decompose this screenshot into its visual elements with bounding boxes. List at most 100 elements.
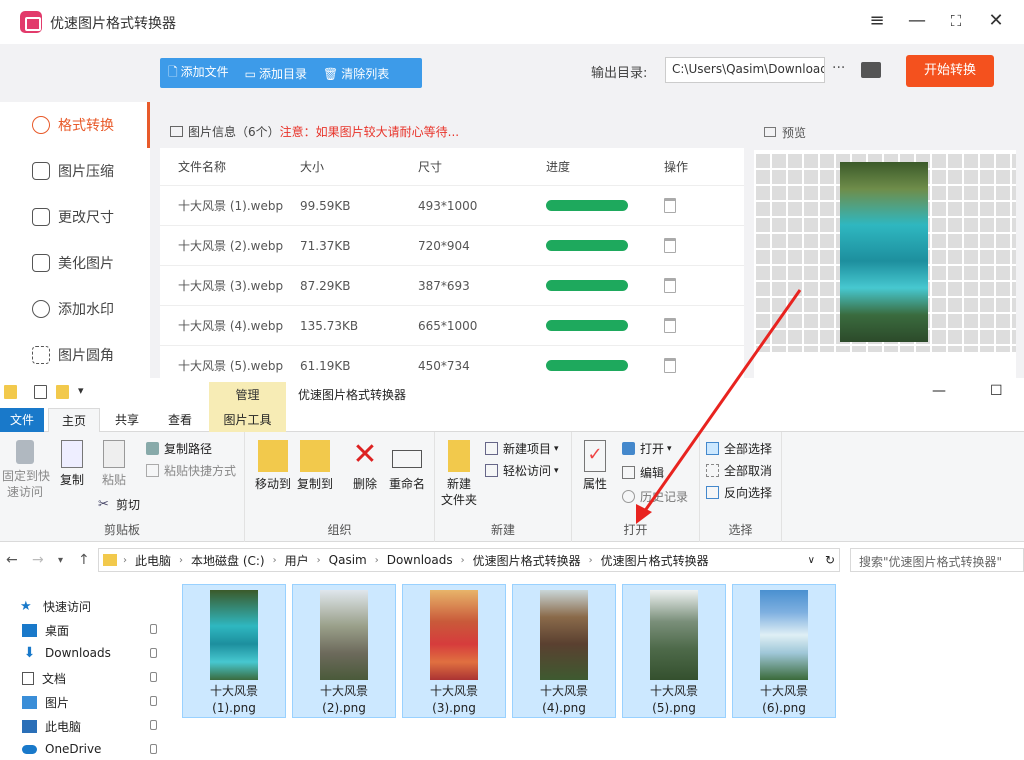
open-folder-icon[interactable] [861, 62, 881, 78]
invert-selection-button[interactable]: 反向选择 [706, 484, 772, 501]
tab-file[interactable]: 文件 [0, 408, 44, 432]
col-size: 大小 [300, 160, 325, 174]
pin-quick-access-button[interactable]: 固定到快 速访问 [2, 440, 50, 500]
up-arrow-icon[interactable]: ↑ [78, 552, 90, 568]
history-icon [622, 490, 635, 503]
sidebar-item-format-convert[interactable]: 格式转换 [0, 102, 150, 148]
clear-list-button[interactable]: 🗑 清除列表 [315, 65, 397, 82]
copy-path-button[interactable]: 复制路径 [146, 440, 212, 457]
watermark-icon [32, 300, 50, 318]
dropdown-icon[interactable]: ▾ [78, 384, 84, 397]
nav-onedrive[interactable]: OneDrive [22, 742, 101, 756]
sidebar-item-resize[interactable]: 更改尺寸 [0, 194, 150, 240]
maximize-icon[interactable]: ☐ [990, 383, 1003, 399]
minimize-icon[interactable]: — [905, 10, 929, 34]
delete-icon[interactable] [664, 278, 676, 293]
breadcrumb[interactable]: 此电脑 [135, 552, 171, 569]
new-item-button[interactable]: 新建项目 ▾ [485, 440, 559, 457]
paste-shortcut-button[interactable]: 粘贴快捷方式 [146, 462, 236, 479]
move-to-button[interactable]: 移动到 [253, 440, 293, 492]
cut-label: 剪切 [116, 498, 141, 512]
delete-button[interactable]: ✕ 删除 [347, 440, 383, 492]
select-none-button[interactable]: 全部取消 [706, 462, 772, 479]
open-button[interactable]: 打开 ▾ [622, 440, 672, 457]
minimize-icon[interactable]: — [932, 383, 946, 399]
move-to-label: 移动到 [254, 477, 291, 491]
folder-icon [103, 554, 117, 566]
breadcrumb[interactable]: 用户 [285, 552, 309, 569]
address-box[interactable]: › 此电脑 › 本地磁盘 (C:) › 用户 › Qasim › Downloads › 优… [98, 548, 840, 572]
file-tile[interactable]: 十大风景 (5).png [622, 584, 726, 718]
table-row[interactable]: 十大风景 (4).webp 135.73KB 665*1000 [160, 306, 744, 346]
properties-button[interactable]: ✓ 属性 [578, 440, 612, 492]
file-tile[interactable]: 十大风景 (1).png [182, 584, 286, 718]
select-none-icon [706, 464, 719, 477]
file-tile[interactable]: 十大风景 (4).png [512, 584, 616, 718]
rename-button[interactable]: 重命名 [387, 440, 427, 492]
breadcrumb[interactable]: Qasim [329, 553, 367, 567]
file-thumbnail [760, 590, 808, 680]
tab-share[interactable]: 共享 [106, 408, 148, 432]
rename-label: 重命名 [388, 477, 425, 491]
delete-icon[interactable] [664, 318, 676, 333]
sidebar-item-watermark[interactable]: 添加水印 [0, 286, 150, 332]
breadcrumb[interactable]: Downloads [387, 553, 453, 567]
delete-icon[interactable] [664, 358, 676, 373]
sidebar-item-round-corner[interactable]: 图片圆角 [0, 332, 150, 378]
nav-pictures[interactable]: 图片 [22, 694, 69, 711]
maximize-icon[interactable]: ⛶ [944, 10, 968, 34]
delete-icon[interactable] [664, 198, 676, 213]
new-folder-icon[interactable] [56, 385, 69, 399]
refresh-icon[interactable]: ↻ [825, 553, 835, 567]
table-row[interactable]: 十大风景 (2).webp 71.37KB 720*904 [160, 226, 744, 266]
new-folder-button[interactable]: 新建 文件夹 [439, 440, 479, 508]
edit-button[interactable]: 编辑 [622, 464, 664, 481]
nav-documents[interactable]: 文档 [22, 670, 66, 687]
start-convert-button[interactable]: 开始转换 [906, 55, 994, 87]
file-tile[interactable]: 十大风景 (2).png [292, 584, 396, 718]
file-tile[interactable]: 十大风景 (6).png [732, 584, 836, 718]
tab-home[interactable]: 主页 [48, 408, 100, 432]
nav-this-pc[interactable]: 此电脑 [22, 718, 81, 735]
file-tile[interactable]: 十大风景 (3).png [402, 584, 506, 718]
address-dropdown-icon[interactable]: ∨ [808, 555, 815, 566]
copy-button[interactable]: 复制 [56, 440, 88, 488]
sidebar-item-compress[interactable]: 图片压缩 [0, 148, 150, 194]
recent-dropdown-icon[interactable]: ▾ [58, 555, 63, 566]
select-all-button[interactable]: 全部选择 [706, 440, 772, 457]
menu-icon[interactable]: ≡ [865, 10, 889, 34]
ribbon: 固定到快 速访问 复制 粘贴 复制路径 粘贴快捷方式 ✂ 剪切 剪贴板 移动到 复… [0, 432, 1024, 542]
easy-access-button[interactable]: 轻松访问 ▾ [485, 462, 559, 479]
nav-desktop[interactable]: 桌面 [22, 622, 69, 639]
file-size: 99.59KB [300, 198, 351, 213]
search-input[interactable]: 搜索"优速图片格式转换器" [850, 548, 1024, 572]
tab-picture-tools[interactable]: 图片工具 [209, 408, 286, 432]
delete-icon[interactable] [664, 238, 676, 253]
forward-arrow-icon[interactable]: → [32, 552, 44, 568]
output-dir-field[interactable]: C:\Users\Qasim\Downloads [665, 57, 825, 83]
nav-downloads[interactable]: ⬇ Downloads [22, 646, 111, 661]
progress-bar [546, 280, 628, 291]
properties-icon[interactable] [34, 385, 47, 399]
breadcrumb[interactable]: 优速图片格式转换器 [601, 552, 709, 569]
manage-context-tab[interactable]: 管理 [209, 382, 286, 408]
easy-access-label: 轻松访问 [503, 464, 552, 478]
table-row[interactable]: 十大风景 (1).webp 99.59KB 493*1000 [160, 186, 744, 226]
add-file-button[interactable]: 🗋 添加文件 [160, 63, 237, 84]
nav-quick-access[interactable]: ★ 快速访问 [20, 598, 91, 615]
more-options-button[interactable]: ··· [832, 60, 845, 76]
cut-button[interactable]: ✂ 剪切 [98, 496, 140, 513]
invert-selection-icon [706, 486, 719, 499]
sidebar-item-beautify[interactable]: 美化图片 [0, 240, 150, 286]
breadcrumb[interactable]: 本地磁盘 (C:) [191, 552, 265, 569]
paste-button[interactable]: 粘贴 [98, 440, 130, 488]
close-icon[interactable]: ✕ [984, 10, 1008, 34]
copy-to-button[interactable]: 复制到 [295, 440, 335, 492]
history-button[interactable]: 历史记录 [622, 488, 688, 505]
table-row[interactable]: 十大风景 (3).webp 87.29KB 387*693 [160, 266, 744, 306]
back-arrow-icon[interactable]: ← [6, 552, 18, 568]
tab-view[interactable]: 查看 [158, 408, 202, 432]
add-dir-button[interactable]: ▭ 添加目录 [237, 65, 315, 82]
breadcrumb[interactable]: 优速图片格式转换器 [473, 552, 581, 569]
open-group: ✓ 属性 打开 ▾ 编辑 历史记录 打开 [572, 432, 700, 542]
